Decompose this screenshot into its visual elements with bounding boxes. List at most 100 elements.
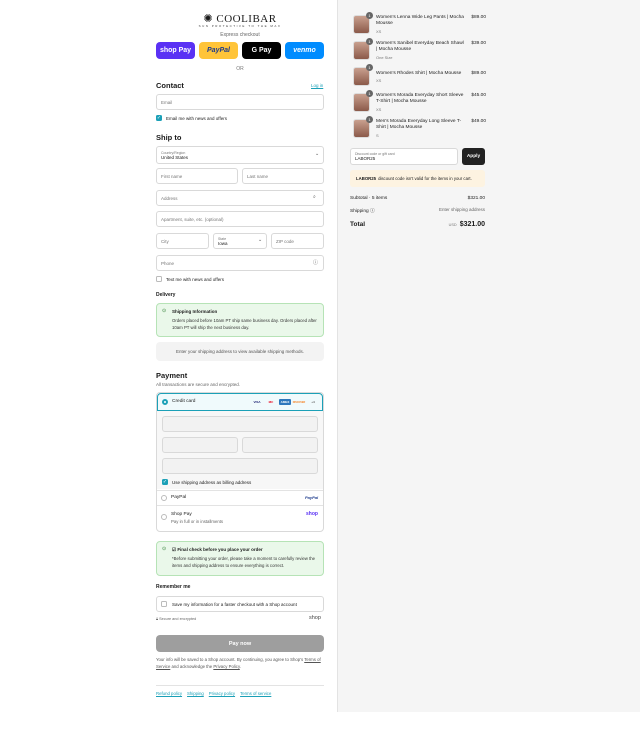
save-info-row[interactable]: Save my information for a faster checkou… xyxy=(156,596,324,612)
or-divider: OR xyxy=(236,66,244,72)
privacy-link[interactable]: Privacy Policy xyxy=(213,664,239,669)
shipping-label: Shipping ⓘ xyxy=(350,209,375,214)
payment-heading: Payment xyxy=(156,371,188,380)
total-label: Total xyxy=(350,221,366,228)
discount-code-field[interactable]: Discount code or gift card LABOR25 xyxy=(350,148,458,165)
radio-unselected-icon[interactable] xyxy=(161,514,167,520)
country-select[interactable]: Country/Region United States xyxy=(156,146,324,164)
item-price: $89.00 xyxy=(471,15,486,20)
chevron-down-icon: ⌄ xyxy=(315,151,320,157)
discover-icon: DISCOVER xyxy=(292,400,306,404)
address-field[interactable]: Address xyxy=(156,190,324,206)
billing-checkbox-row[interactable]: ✓ Use shipping address as billing addres… xyxy=(162,479,251,485)
item-variant: XS xyxy=(376,107,382,112)
credit-card-option[interactable]: Credit card VISA MC AMEX DISCOVER +4 xyxy=(157,393,323,411)
refund-policy-link[interactable]: Refund policy xyxy=(156,691,182,696)
checkbox-unchecked-icon[interactable] xyxy=(161,601,167,607)
paypal-logo-icon: PayPal xyxy=(305,495,319,500)
cart-item: 1 xyxy=(353,12,373,34)
lock-icon: 🔒︎ xyxy=(156,617,159,621)
shop-logo-icon: shop xyxy=(309,615,321,621)
payment-methods-group: Credit card VISA MC AMEX DISCOVER +4 ✓ U… xyxy=(156,392,324,532)
google-pay-button[interactable]: G Pay xyxy=(242,42,281,59)
shop-pay-option[interactable]: Shop Pay Pay in full or in installments … xyxy=(157,505,323,531)
cart-item: 1 xyxy=(353,90,373,112)
apply-button[interactable]: Apply xyxy=(462,148,485,165)
subtotal-value: $321.00 xyxy=(467,196,485,201)
item-title: Men's Morada Everyday Long Sleeve T-Shir… xyxy=(376,119,462,131)
email-field[interactable]: Email xyxy=(156,94,324,110)
checkbox-checked-icon[interactable]: ✓ xyxy=(156,115,162,121)
shipping-value: Enter shipping address xyxy=(438,207,485,212)
check-circle-icon: ⊙ xyxy=(162,546,167,552)
item-variant: S xyxy=(376,133,379,138)
radio-selected-icon[interactable] xyxy=(162,399,168,405)
text-offers-checkbox-row[interactable]: Text me with news and offers xyxy=(156,276,224,282)
item-title: Women's Lenna Wide Leg Pants | Mocha Mou… xyxy=(376,15,464,27)
item-title: Women's Rhodes Shirt | Mocha Mousse xyxy=(376,71,462,76)
remember-me-heading: Remember me xyxy=(156,584,191,590)
item-variant: One Size xyxy=(376,55,393,60)
last-name-field[interactable]: Last name xyxy=(242,168,324,184)
help-icon[interactable]: ⓘ xyxy=(370,209,375,214)
ship-to-heading: Ship to xyxy=(156,133,182,142)
venmo-button[interactable]: venmo xyxy=(285,42,324,59)
final-check-box: ⊙ ☑ Final check before you place your or… xyxy=(156,541,324,576)
zip-field[interactable]: ZIP code xyxy=(271,233,324,249)
cart-item: 1 xyxy=(353,38,373,60)
cart-item: 1 xyxy=(353,116,373,138)
discount-warning: LABOR25 discount code isn't valid for th… xyxy=(350,170,485,187)
apartment-field[interactable]: Apartment, suite, etc. (optional) xyxy=(156,211,324,227)
item-price: $89.00 xyxy=(471,71,486,76)
item-title: Women's Sanibel Everyday Beach Shawl | M… xyxy=(376,41,464,53)
more-cards-icon: +4 xyxy=(311,400,315,404)
contact-heading: Contact xyxy=(156,81,184,90)
footer-links: Refund policy Shipping Privacy policy Te… xyxy=(156,691,271,696)
card-fields-panel: ✓ Use shipping address as billing addres… xyxy=(157,411,323,489)
item-variant: XS xyxy=(376,29,382,34)
shop-logo-icon: shop xyxy=(306,511,318,517)
quantity-badge: 1 xyxy=(366,38,373,45)
check-circle-icon: ⊙ xyxy=(162,308,167,314)
paypal-option[interactable]: PayPal PayPal xyxy=(157,490,323,505)
first-name-field[interactable]: First name xyxy=(156,168,238,184)
checkbox-unchecked-icon[interactable] xyxy=(156,276,162,282)
news-checkbox-row[interactable]: ✓ Email me with news and offers xyxy=(156,115,227,121)
mastercard-icon: MC xyxy=(268,400,274,404)
visa-icon: VISA xyxy=(253,400,261,404)
shipping-info-box: ⊙ Shipping Information Orders placed bef… xyxy=(156,303,324,337)
calendar-check-icon: ☑ xyxy=(172,547,177,552)
pay-now-button[interactable]: Pay now xyxy=(156,635,324,652)
chevron-down-icon: ⌄ xyxy=(258,237,263,243)
item-variant: XS xyxy=(376,78,382,83)
expiration-field[interactable] xyxy=(162,437,238,453)
item-price: $45.00 xyxy=(471,93,486,98)
security-code-field[interactable] xyxy=(242,437,318,453)
card-number-field[interactable] xyxy=(162,416,318,432)
name-on-card-field[interactable] xyxy=(162,458,318,474)
quantity-badge: 1 xyxy=(366,64,373,71)
amex-icon: AMEX xyxy=(279,399,291,405)
phone-field[interactable]: Phone xyxy=(156,255,324,271)
total-value: USD $321.00 xyxy=(448,221,485,228)
item-price: $49.00 xyxy=(471,119,486,124)
login-link[interactable]: Log in xyxy=(311,83,323,88)
checkout-form-column: ✺ COOLIBAR SUN PROTECTIVE TO THE MAX Exp… xyxy=(0,0,337,712)
shop-pay-button[interactable]: shop Pay xyxy=(156,42,195,59)
item-title: Women's Morada Everyday Short Sleeve T-S… xyxy=(376,93,464,105)
city-field[interactable]: City xyxy=(156,233,209,249)
privacy-policy-link[interactable]: Privacy policy xyxy=(209,691,235,696)
search-icon: ⌕ xyxy=(313,194,316,200)
express-checkout-label: Express checkout xyxy=(220,32,260,38)
checkbox-checked-icon[interactable]: ✓ xyxy=(162,479,168,485)
paypal-button[interactable]: PayPal xyxy=(199,42,238,59)
terms-of-service-link[interactable]: Terms of service xyxy=(240,691,271,696)
subtotal-label: Subtotal · 5 items xyxy=(350,196,388,201)
shipping-link[interactable]: Shipping xyxy=(187,691,204,696)
quantity-badge: 1 xyxy=(366,116,373,123)
radio-unselected-icon[interactable] xyxy=(161,495,167,501)
payment-subtitle: All transactions are secure and encrypte… xyxy=(156,382,241,387)
cart-item: 1 xyxy=(353,64,373,86)
legal-text: Your info will be saved to a Shop accoun… xyxy=(156,657,321,669)
help-icon[interactable]: ⓘ xyxy=(313,259,318,266)
